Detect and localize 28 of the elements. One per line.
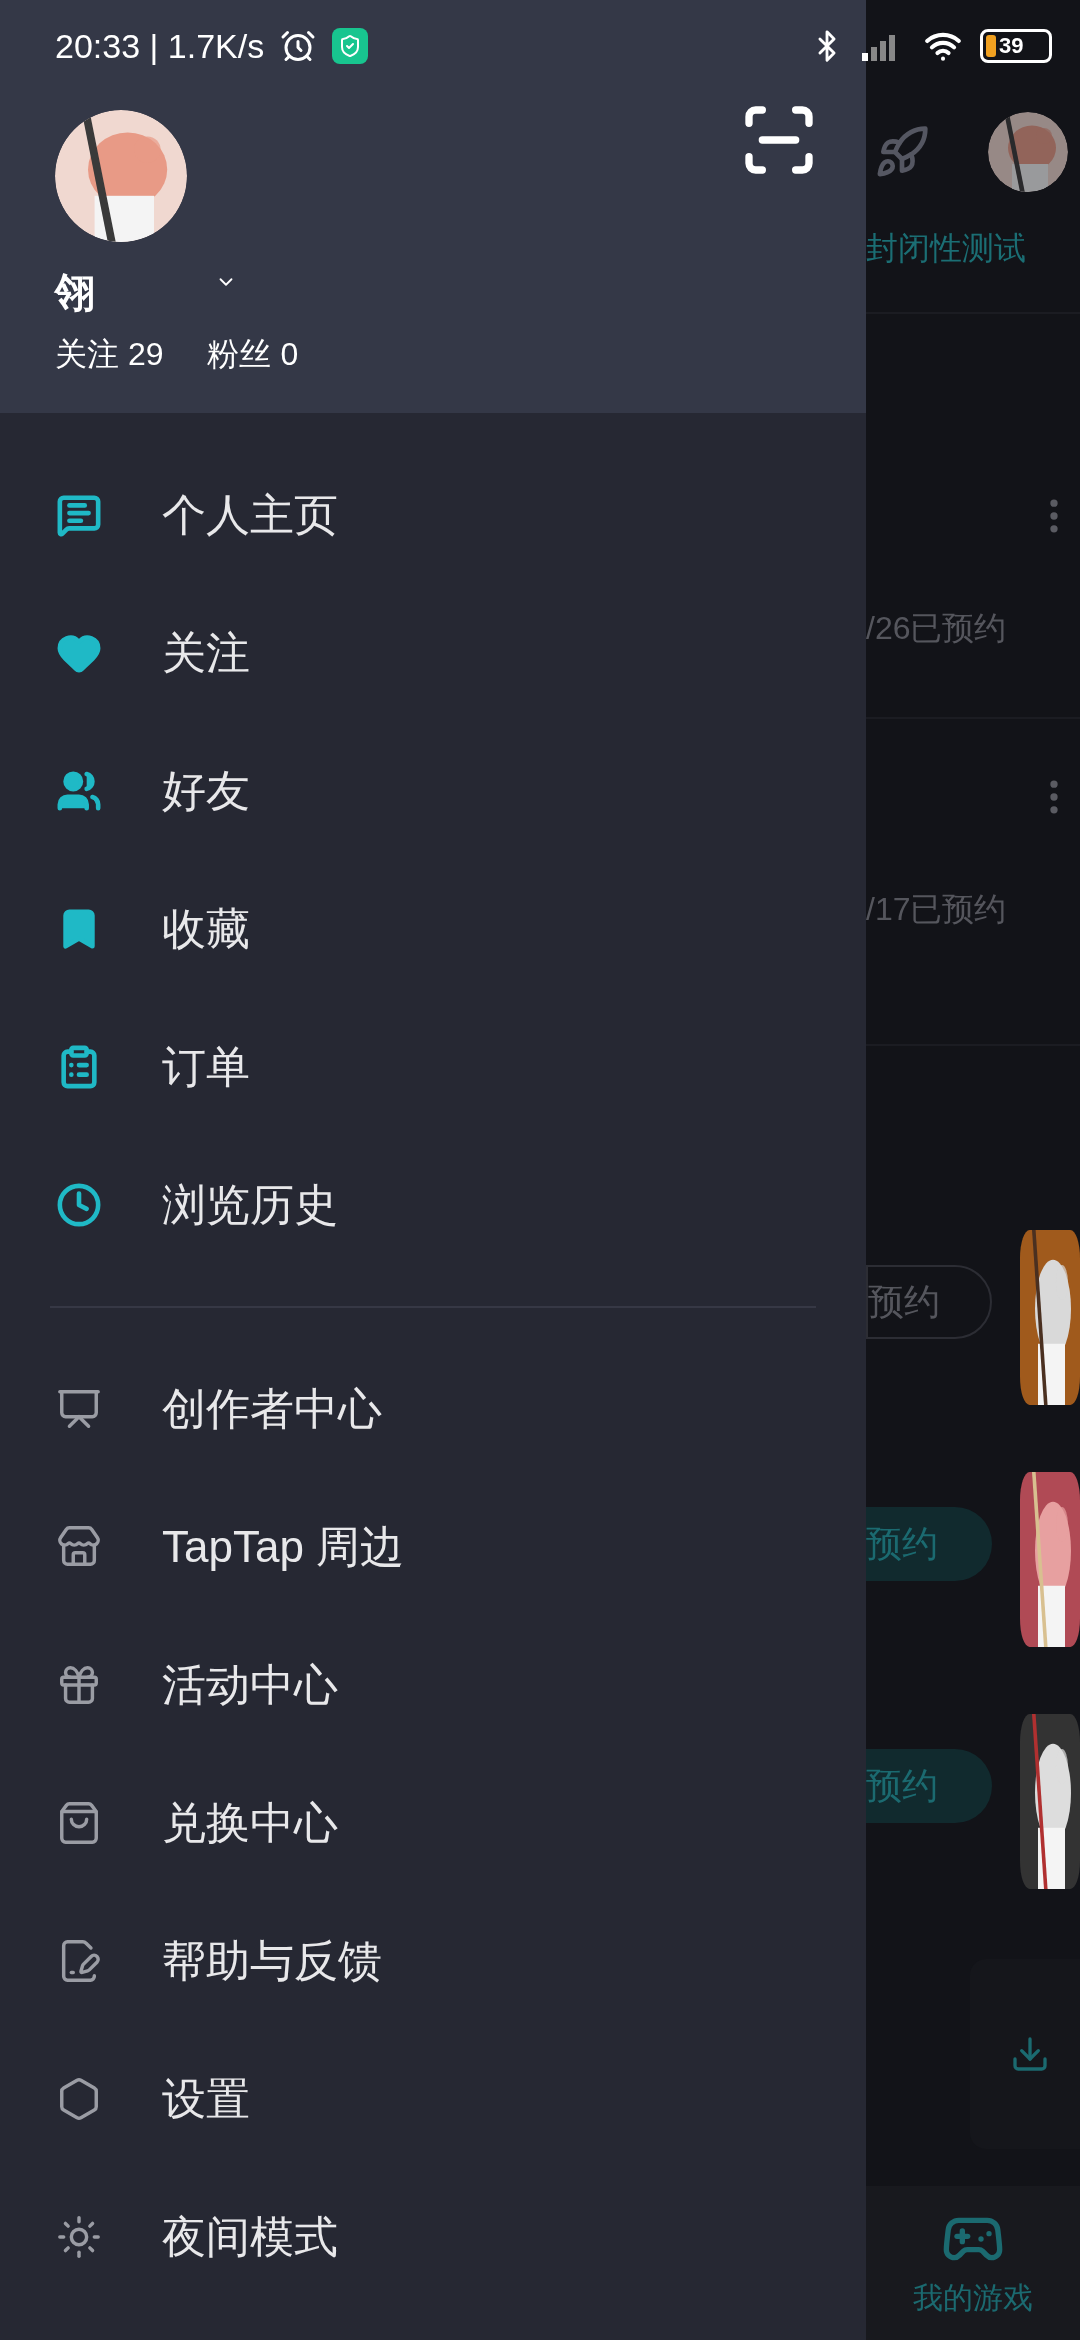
sun-icon	[56, 2214, 102, 2260]
menu-item[interactable]: 活动中心	[0, 1616, 866, 1754]
menu-item[interactable]: TapTap 周边	[0, 1478, 866, 1616]
battery-level: 39	[999, 35, 1024, 57]
status-time: 20:33 | 1.7K/s	[55, 25, 265, 67]
menu-item[interactable]: 好友	[0, 722, 866, 860]
message-icon	[56, 492, 102, 538]
battery-charge-bar	[986, 35, 996, 57]
menu-item[interactable]: 夜间模式	[0, 2168, 866, 2306]
alarm-icon	[280, 28, 317, 64]
download-icon	[1010, 2034, 1050, 2074]
menu-item[interactable]: 创作者中心	[0, 1340, 866, 1478]
shield-app-icon	[332, 28, 369, 64]
reserve-date: /17已预约	[866, 890, 1008, 929]
user-name: 翎	[55, 269, 95, 316]
menu-item[interactable]: 收藏	[0, 860, 866, 998]
followers-count[interactable]: 粉丝 0	[207, 330, 299, 378]
menu-item[interactable]: 兑换中心	[0, 1754, 866, 1892]
menu-item[interactable]: 个人主页	[0, 446, 866, 584]
menu-item[interactable]: 关注	[0, 584, 866, 722]
menu-item[interactable]: 订单	[0, 998, 866, 1136]
menu-item[interactable]: 浏览历史	[0, 1136, 866, 1274]
menu-item[interactable]: 设置	[0, 2030, 866, 2168]
following-count[interactable]: 关注 29	[55, 330, 164, 378]
reserve-date: /26已预约	[866, 609, 1008, 648]
clock-icon	[56, 1182, 102, 1228]
menu-item[interactable]: 帮助与反馈	[0, 1892, 866, 2030]
tag-label: 封闭性测试	[866, 229, 1027, 268]
